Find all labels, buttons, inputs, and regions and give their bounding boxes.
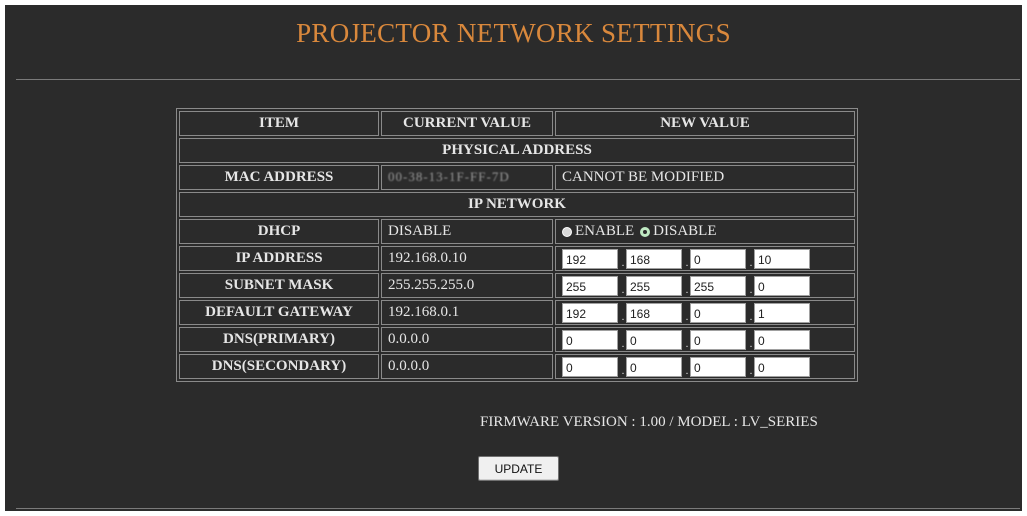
subnet-mask-new: 255. 255. 255. 0 <box>555 273 855 298</box>
header-item: ITEM <box>179 111 379 136</box>
ip-address-octet-2-input[interactable]: 168 <box>626 248 682 269</box>
table-row-default-gateway: DEFAULT GATEWAY 192.168.0.1 192. 168. 0. 1 <box>179 300 855 325</box>
table-row-subnet-mask: SUBNET MASK 255.255.255.0 255. 255. 255. 0 <box>179 273 855 298</box>
dhcp-label: DHCP <box>179 219 379 244</box>
dhcp-disable-label: DISABLE <box>653 223 717 240</box>
ip-address-octet-3-input[interactable]: 0 <box>690 248 746 269</box>
dhcp-enable-radio[interactable] <box>562 226 572 237</box>
ip-address-new: 192. 168. 0. 10 <box>555 246 855 271</box>
bottom-divider <box>16 508 1020 509</box>
subnet-mask-octet-3-input[interactable]: 255 <box>690 275 746 296</box>
default-gateway-octet-4-input[interactable]: 1 <box>754 302 810 323</box>
dns-secondary-octet-1-input[interactable]: 0 <box>562 356 618 377</box>
default-gateway-current: 192.168.0.1 <box>381 300 553 325</box>
subnet-mask-octet-2-input[interactable]: 255 <box>626 275 682 296</box>
firmware-version-text: FIRMWARE VERSION : 1.00 / MODEL : LV_SER… <box>480 414 818 430</box>
network-settings-table: ITEM CURRENT VALUE NEW VALUE PHYSICAL AD… <box>176 108 858 382</box>
dns-secondary-new: 0.0.0.0 <box>555 354 855 379</box>
header-new-value: NEW VALUE <box>555 111 855 136</box>
header-row: ITEM CURRENT VALUE NEW VALUE <box>179 111 855 136</box>
subnet-mask-octet-1-input[interactable]: 255 <box>562 275 618 296</box>
table-row-ip-address: IP ADDRESS 192.168.0.10 192. 168. 0. 10 <box>179 246 855 271</box>
page-title: PROJECTOR NETWORK SETTINGS <box>296 18 731 48</box>
dns-primary-octet-3-input[interactable]: 0 <box>690 329 746 350</box>
mac-address-new: CANNOT BE MODIFIED <box>555 165 855 190</box>
dhcp-new: ENABLE DISABLE <box>555 219 855 244</box>
dhcp-enable-label: ENABLE <box>575 223 635 240</box>
dns-primary-octet-2-input[interactable]: 0 <box>626 329 682 350</box>
mac-address-current: 00-38-13-1F-FF-7D <box>381 165 553 190</box>
dhcp-disable-radio[interactable] <box>640 226 651 237</box>
table-row-dns-secondary: DNS(SECONDARY) 0.0.0.0 0.0.0.0 <box>179 354 855 379</box>
section-ip-network: IP NETWORK <box>179 192 855 217</box>
table-row-dns-primary: DNS(PRIMARY) 0.0.0.0 0.0.0.0 <box>179 327 855 352</box>
default-gateway-octet-2-input[interactable]: 168 <box>626 302 682 323</box>
update-button[interactable]: UPDATE <box>478 456 559 481</box>
dns-secondary-label: DNS(SECONDARY) <box>179 354 379 379</box>
dns-primary-label: DNS(PRIMARY) <box>179 327 379 352</box>
mac-address-label: MAC ADDRESS <box>179 165 379 190</box>
subnet-mask-current: 255.255.255.0 <box>381 273 553 298</box>
section-row-physical: PHYSICAL ADDRESS <box>179 138 855 163</box>
header-current-value: CURRENT VALUE <box>381 111 553 136</box>
dns-secondary-current: 0.0.0.0 <box>381 354 553 379</box>
subnet-mask-label: SUBNET MASK <box>179 273 379 298</box>
ip-address-current: 192.168.0.10 <box>381 246 553 271</box>
subnet-mask-octet-4-input[interactable]: 0 <box>754 275 810 296</box>
ip-address-octet-4-input[interactable]: 10 <box>754 248 810 269</box>
ip-address-octet-1-input[interactable]: 192 <box>562 248 618 269</box>
dns-secondary-octet-4-input[interactable]: 0 <box>754 356 810 377</box>
mac-address-value: 00-38-13-1F-FF-7D <box>388 169 510 184</box>
dns-secondary-octet-2-input[interactable]: 0 <box>626 356 682 377</box>
section-row-ip: IP NETWORK <box>179 192 855 217</box>
dns-secondary-octet-3-input[interactable]: 0 <box>690 356 746 377</box>
dns-primary-octet-1-input[interactable]: 0 <box>562 329 618 350</box>
default-gateway-octet-3-input[interactable]: 0 <box>690 302 746 323</box>
ip-address-label: IP ADDRESS <box>179 246 379 271</box>
dhcp-current: DISABLE <box>381 219 553 244</box>
dns-primary-current: 0.0.0.0 <box>381 327 553 352</box>
default-gateway-octet-1-input[interactable]: 192 <box>562 302 618 323</box>
dns-primary-new: 0.0.0.0 <box>555 327 855 352</box>
table-row-dhcp: DHCP DISABLE ENABLE DISABLE <box>179 219 855 244</box>
top-divider <box>16 79 1020 80</box>
section-physical-address: PHYSICAL ADDRESS <box>179 138 855 163</box>
default-gateway-new: 192. 168. 0. 1 <box>555 300 855 325</box>
dns-primary-octet-4-input[interactable]: 0 <box>754 329 810 350</box>
table-row-mac: MAC ADDRESS 00-38-13-1F-FF-7D CANNOT BE … <box>179 165 855 190</box>
default-gateway-label: DEFAULT GATEWAY <box>179 300 379 325</box>
